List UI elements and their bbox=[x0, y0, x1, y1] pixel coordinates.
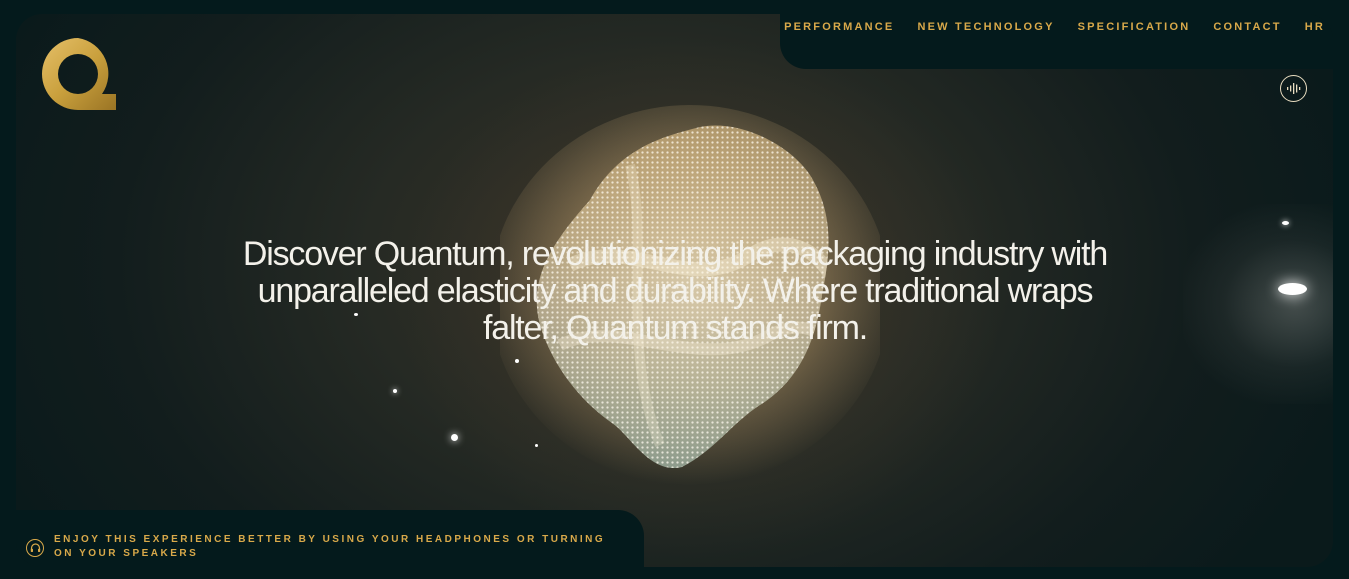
particle bbox=[1278, 283, 1307, 295]
particle bbox=[451, 434, 458, 441]
main-nav: PERFORMANCE NEW TECHNOLOGY SPECIFICATION… bbox=[784, 21, 1325, 33]
nav-new-technology[interactable]: NEW TECHNOLOGY bbox=[917, 21, 1054, 33]
nav-performance[interactable]: PERFORMANCE bbox=[784, 21, 894, 33]
sound-wave-icon bbox=[1287, 83, 1301, 94]
ambient-glow bbox=[1183, 204, 1333, 404]
quantum-logo[interactable] bbox=[40, 36, 116, 112]
hero-headline: Discover Quantum, revolutionizing the pa… bbox=[242, 235, 1108, 347]
particle bbox=[393, 389, 397, 393]
sound-toggle-button[interactable] bbox=[1280, 75, 1307, 102]
audio-hint: ENJOY THIS EXPERIENCE BETTER BY USING YO… bbox=[26, 533, 614, 561]
particle bbox=[515, 359, 519, 363]
page: PERFORMANCE NEW TECHNOLOGY SPECIFICATION… bbox=[0, 0, 1349, 579]
particle bbox=[1282, 221, 1289, 225]
audio-hint-text: ENJOY THIS EXPERIENCE BETTER BY USING YO… bbox=[54, 534, 606, 559]
particle bbox=[535, 444, 538, 447]
nav-hr[interactable]: HR bbox=[1305, 21, 1325, 33]
nav-specification[interactable]: SPECIFICATION bbox=[1078, 21, 1191, 33]
nav-contact[interactable]: CONTACT bbox=[1213, 21, 1281, 33]
headphones-icon bbox=[26, 539, 44, 557]
